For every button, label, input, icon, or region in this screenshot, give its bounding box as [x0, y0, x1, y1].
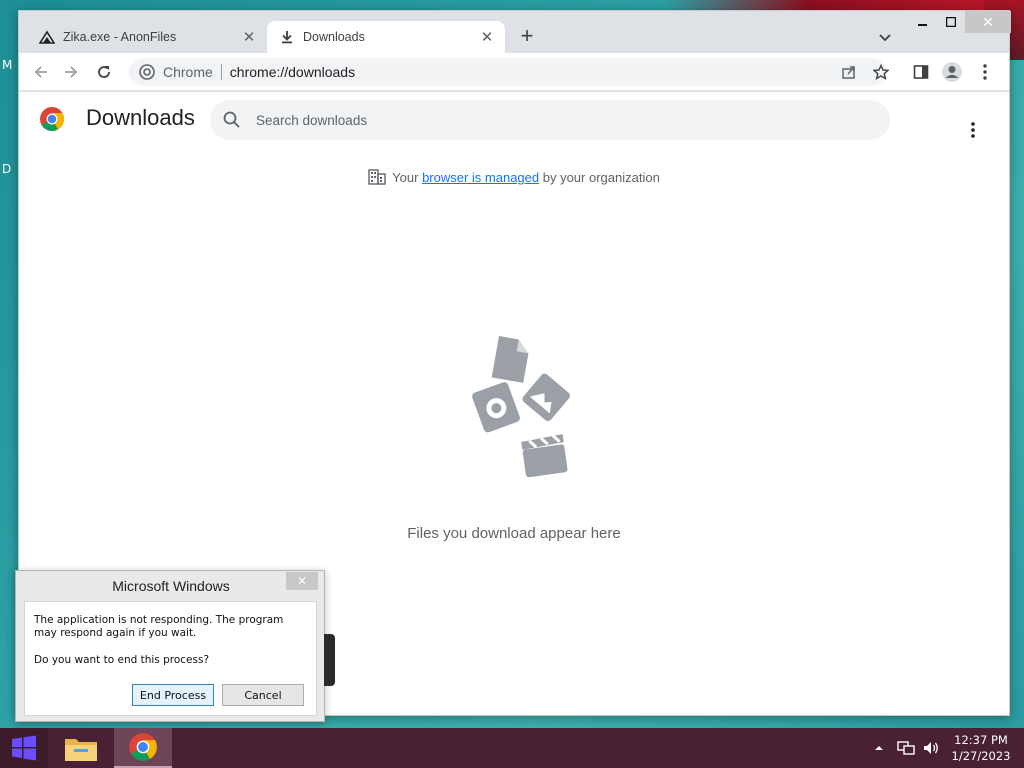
- tab-strip: Zika.exe - AnonFiles ✕ Downloads ✕ + ✕: [19, 11, 1011, 53]
- search-box[interactable]: [210, 100, 890, 140]
- windows-logo-icon: [12, 735, 36, 761]
- download-favicon-icon: [279, 29, 295, 45]
- new-tab-button[interactable]: +: [515, 25, 539, 49]
- bookmark-star-icon[interactable]: [869, 60, 893, 84]
- end-process-button[interactable]: End Process: [132, 684, 214, 706]
- partial-popup-edge: [324, 634, 335, 686]
- taskbar: 12:37 PM 1/27/2023: [0, 728, 1024, 768]
- managed-notice-prefix: Your: [392, 170, 423, 185]
- chrome-chip-icon: [139, 64, 155, 80]
- reload-button[interactable]: [92, 60, 116, 84]
- share-icon[interactable]: [837, 60, 861, 84]
- tab-title: Zika.exe - AnonFiles: [63, 30, 177, 44]
- tab-search-chevron-icon[interactable]: [875, 27, 895, 47]
- show-hidden-icons-icon[interactable]: [874, 728, 884, 768]
- desktop-icon-label-d[interactable]: D: [2, 162, 11, 176]
- window-close-button[interactable]: ✕: [965, 11, 1011, 33]
- address-bar[interactable]: Chrome chrome://downloads: [129, 58, 887, 86]
- search-input[interactable]: [256, 112, 856, 128]
- file-explorer-taskbar-button[interactable]: [58, 728, 104, 768]
- network-icon[interactable]: [897, 728, 915, 768]
- dialog-message: The application is not responding. The p…: [34, 614, 284, 639]
- empty-state-message: Files you download appear here: [407, 525, 621, 542]
- chrome-taskbar-button[interactable]: [114, 728, 172, 768]
- tab-downloads[interactable]: Downloads ✕: [267, 21, 505, 53]
- browser-toolbar: Chrome chrome://downloads: [19, 53, 1009, 91]
- empty-downloads-illustration: [449, 334, 579, 484]
- search-icon: [222, 110, 242, 130]
- folder-icon: [65, 739, 97, 761]
- start-button[interactable]: [0, 728, 48, 768]
- cancel-button[interactable]: Cancel: [222, 684, 304, 706]
- dialog-body: The application is not responding. The p…: [24, 601, 317, 716]
- dialog-close-icon[interactable]: ✕: [286, 572, 318, 590]
- back-button[interactable]: [29, 60, 53, 84]
- clock-date: 1/27/2023: [951, 749, 1011, 763]
- building-icon: [368, 169, 386, 185]
- omnibox-separator: [220, 64, 222, 80]
- minimize-button[interactable]: [909, 11, 937, 33]
- tab-close-icon[interactable]: ✕: [477, 27, 497, 47]
- managed-notice: Your browser is managed by your organiza…: [19, 169, 1009, 185]
- forward-button[interactable]: [59, 60, 83, 84]
- chrome-chip-label: Chrome: [163, 64, 213, 80]
- maximize-button[interactable]: [937, 11, 965, 33]
- page-title: Downloads: [86, 105, 195, 130]
- managed-notice-suffix: by your organization: [539, 170, 660, 185]
- browser-menu-icon[interactable]: [973, 60, 997, 84]
- clock-time: 12:37 PM: [954, 733, 1008, 747]
- anonfiles-favicon-icon: [39, 29, 55, 45]
- tab-close-icon[interactable]: ✕: [239, 27, 259, 47]
- tab-title: Downloads: [303, 30, 365, 44]
- chrome-icon: [129, 733, 157, 761]
- system-clock[interactable]: 12:37 PM 1/27/2023: [950, 732, 1012, 764]
- downloads-more-actions-icon[interactable]: [961, 118, 985, 142]
- desktop-icon-label-m[interactable]: M: [2, 58, 12, 72]
- browser-managed-link[interactable]: browser is managed: [422, 170, 539, 185]
- not-responding-dialog: Microsoft Windows ✕ The application is n…: [15, 570, 325, 722]
- dialog-title: Microsoft Windows: [112, 578, 230, 594]
- side-panel-icon[interactable]: [909, 60, 933, 84]
- dialog-question: Do you want to end this process?: [34, 654, 210, 666]
- profile-avatar-icon[interactable]: [940, 60, 964, 84]
- url-text[interactable]: chrome://downloads: [230, 64, 355, 80]
- volume-icon[interactable]: [922, 728, 940, 768]
- chrome-logo-icon: [39, 106, 65, 132]
- tab-anonfiles[interactable]: Zika.exe - AnonFiles ✕: [27, 21, 267, 53]
